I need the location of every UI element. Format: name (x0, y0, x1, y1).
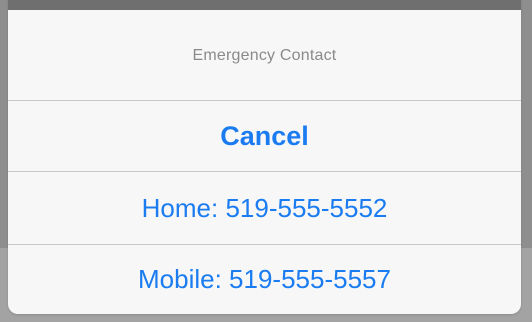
cancel-button[interactable]: Cancel (8, 101, 521, 171)
action-sheet-header: Emergency Contact (8, 12, 521, 100)
sheet-top-edge (8, 0, 521, 10)
call-mobile-label: Mobile: 519-555-5557 (138, 264, 391, 294)
action-sheet: Emergency Contact Cancel Home: 519-555-5… (8, 0, 521, 314)
call-home-label: Home: 519-555-5552 (141, 192, 388, 223)
action-sheet-title: Emergency Contact (192, 47, 337, 64)
cancel-button-label: Cancel (220, 120, 309, 151)
call-home-button[interactable]: Home: 519-555-5552 (8, 172, 521, 244)
call-mobile-button[interactable]: Mobile: 519-555-5557 (8, 245, 521, 314)
